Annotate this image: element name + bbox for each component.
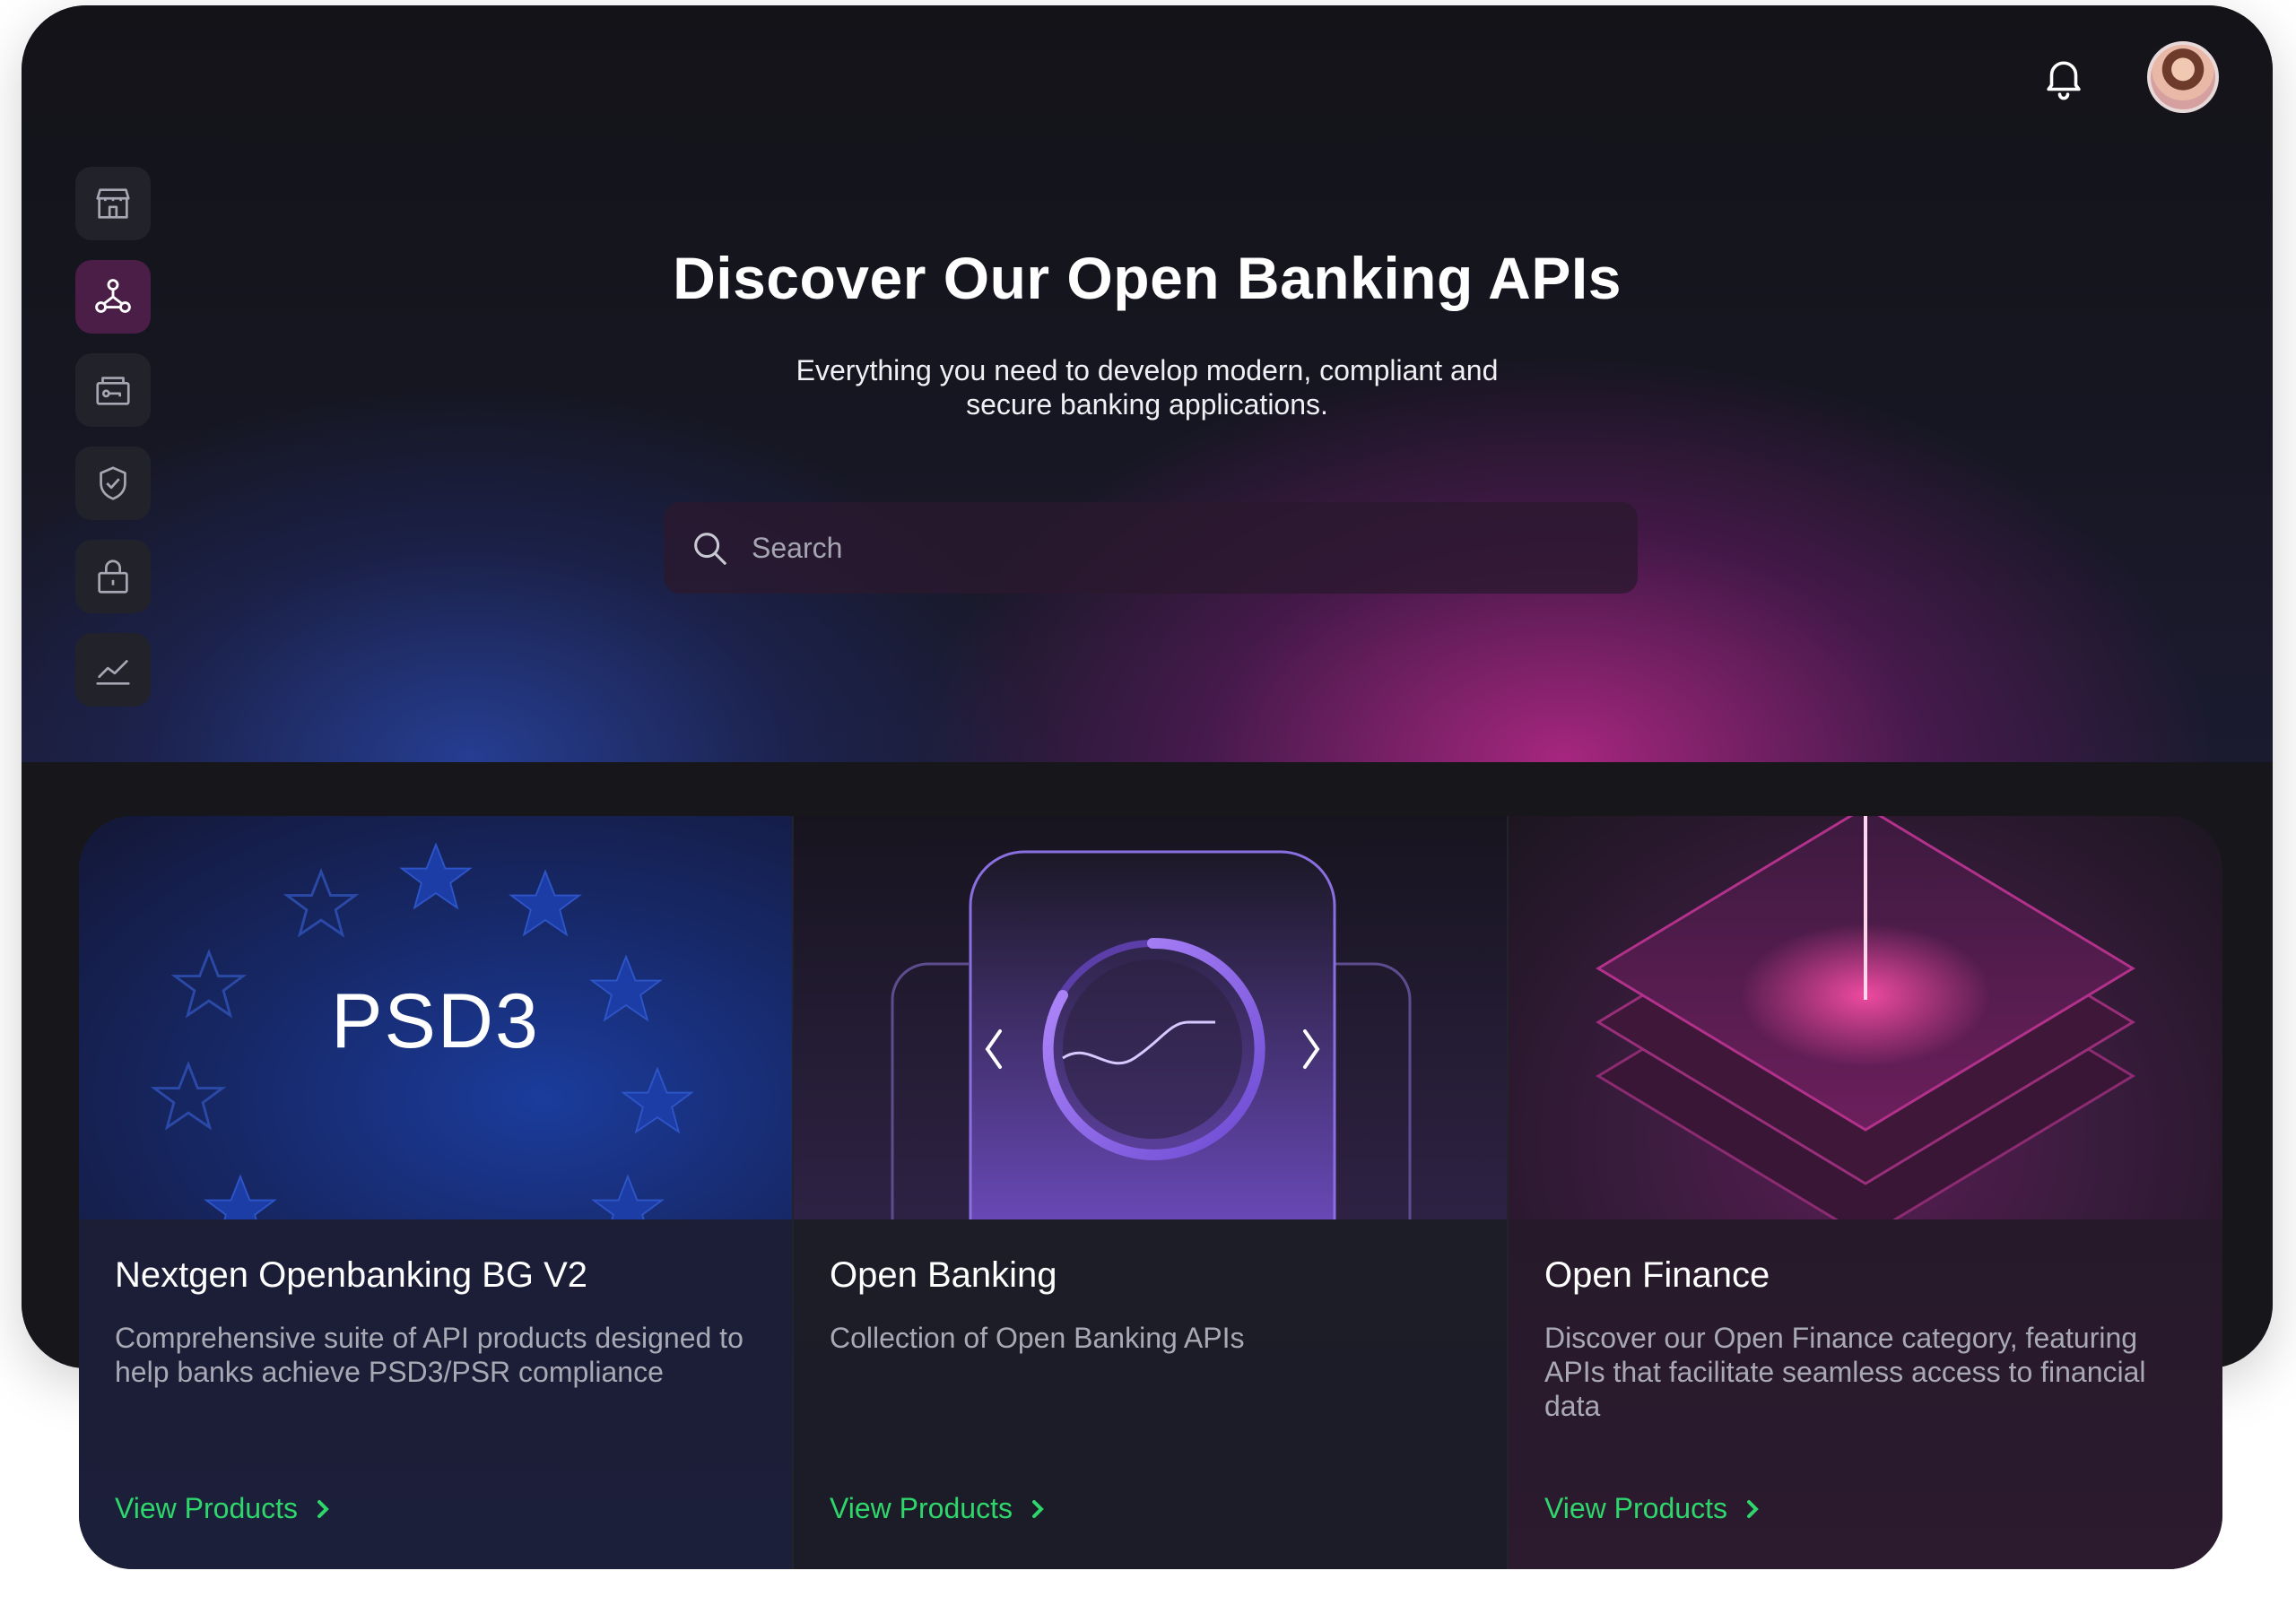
chevron-right-icon bbox=[317, 1499, 329, 1518]
chevron-right-icon bbox=[1746, 1499, 1759, 1518]
sidebar-item-store[interactable] bbox=[75, 167, 151, 240]
psd3-label: PSD3 bbox=[331, 978, 540, 1064]
view-products-link[interactable]: View Products bbox=[115, 1492, 332, 1525]
view-products-label: View Products bbox=[1544, 1492, 1727, 1524]
chart-line-icon bbox=[96, 660, 130, 685]
user-avatar[interactable] bbox=[2147, 41, 2219, 113]
view-products-link[interactable]: View Products bbox=[1544, 1492, 1761, 1525]
page-subtitle: Everything you need to develop modern, c… bbox=[22, 353, 2273, 421]
product-card-open-finance[interactable]: Open Finance Discover our Open Finance c… bbox=[1509, 816, 2222, 1569]
top-actions bbox=[2038, 41, 2219, 113]
open-finance-illustration bbox=[1509, 816, 2222, 1219]
layers-graphic bbox=[1596, 816, 2135, 1219]
card-title: Open Finance bbox=[1544, 1255, 1770, 1295]
dial-graphic bbox=[891, 850, 1412, 1219]
open-banking-illustration bbox=[794, 816, 1507, 1219]
page-title: Discover Our Open Banking APIs bbox=[673, 245, 1622, 311]
product-card-open-banking[interactable]: Open Banking Collection of Open Banking … bbox=[794, 816, 1509, 1569]
search-icon bbox=[694, 533, 726, 565]
sidebar-item-security[interactable] bbox=[75, 447, 151, 520]
view-products-link[interactable]: View Products bbox=[830, 1492, 1047, 1525]
view-products-label: View Products bbox=[830, 1492, 1013, 1524]
chevron-right-icon bbox=[1031, 1499, 1044, 1518]
lock-icon bbox=[98, 560, 128, 594]
card-description: Discover our Open Finance category, feat… bbox=[1544, 1322, 2146, 1422]
card-description: Collection of Open Banking APIs bbox=[830, 1322, 1245, 1354]
search-bar[interactable] bbox=[664, 502, 1638, 594]
view-products-label: View Products bbox=[115, 1492, 298, 1524]
shield-check-icon bbox=[100, 466, 126, 500]
sidebar-item-lock[interactable] bbox=[75, 540, 151, 613]
bell-icon[interactable] bbox=[2038, 51, 2090, 103]
card-title: Open Banking bbox=[830, 1255, 1057, 1295]
sidebar-item-analytics[interactable] bbox=[75, 633, 151, 707]
subtitle-line-1: Everything you need to develop modern, c… bbox=[796, 354, 1499, 386]
product-card-nextgen[interactable]: PSD3 Nextgen Openbanking BG V2 Comprehen… bbox=[79, 816, 794, 1569]
psd3-illustration: PSD3 bbox=[79, 816, 792, 1219]
store-icon bbox=[96, 188, 130, 219]
product-cards: PSD3 Nextgen Openbanking BG V2 Comprehen… bbox=[79, 816, 2222, 1569]
search-input[interactable] bbox=[752, 531, 1559, 565]
card-description: Comprehensive suite of API products desi… bbox=[115, 1322, 744, 1388]
subtitle-line-2: secure banking applications. bbox=[966, 388, 1328, 421]
card-title: Nextgen Openbanking BG V2 bbox=[115, 1255, 588, 1295]
